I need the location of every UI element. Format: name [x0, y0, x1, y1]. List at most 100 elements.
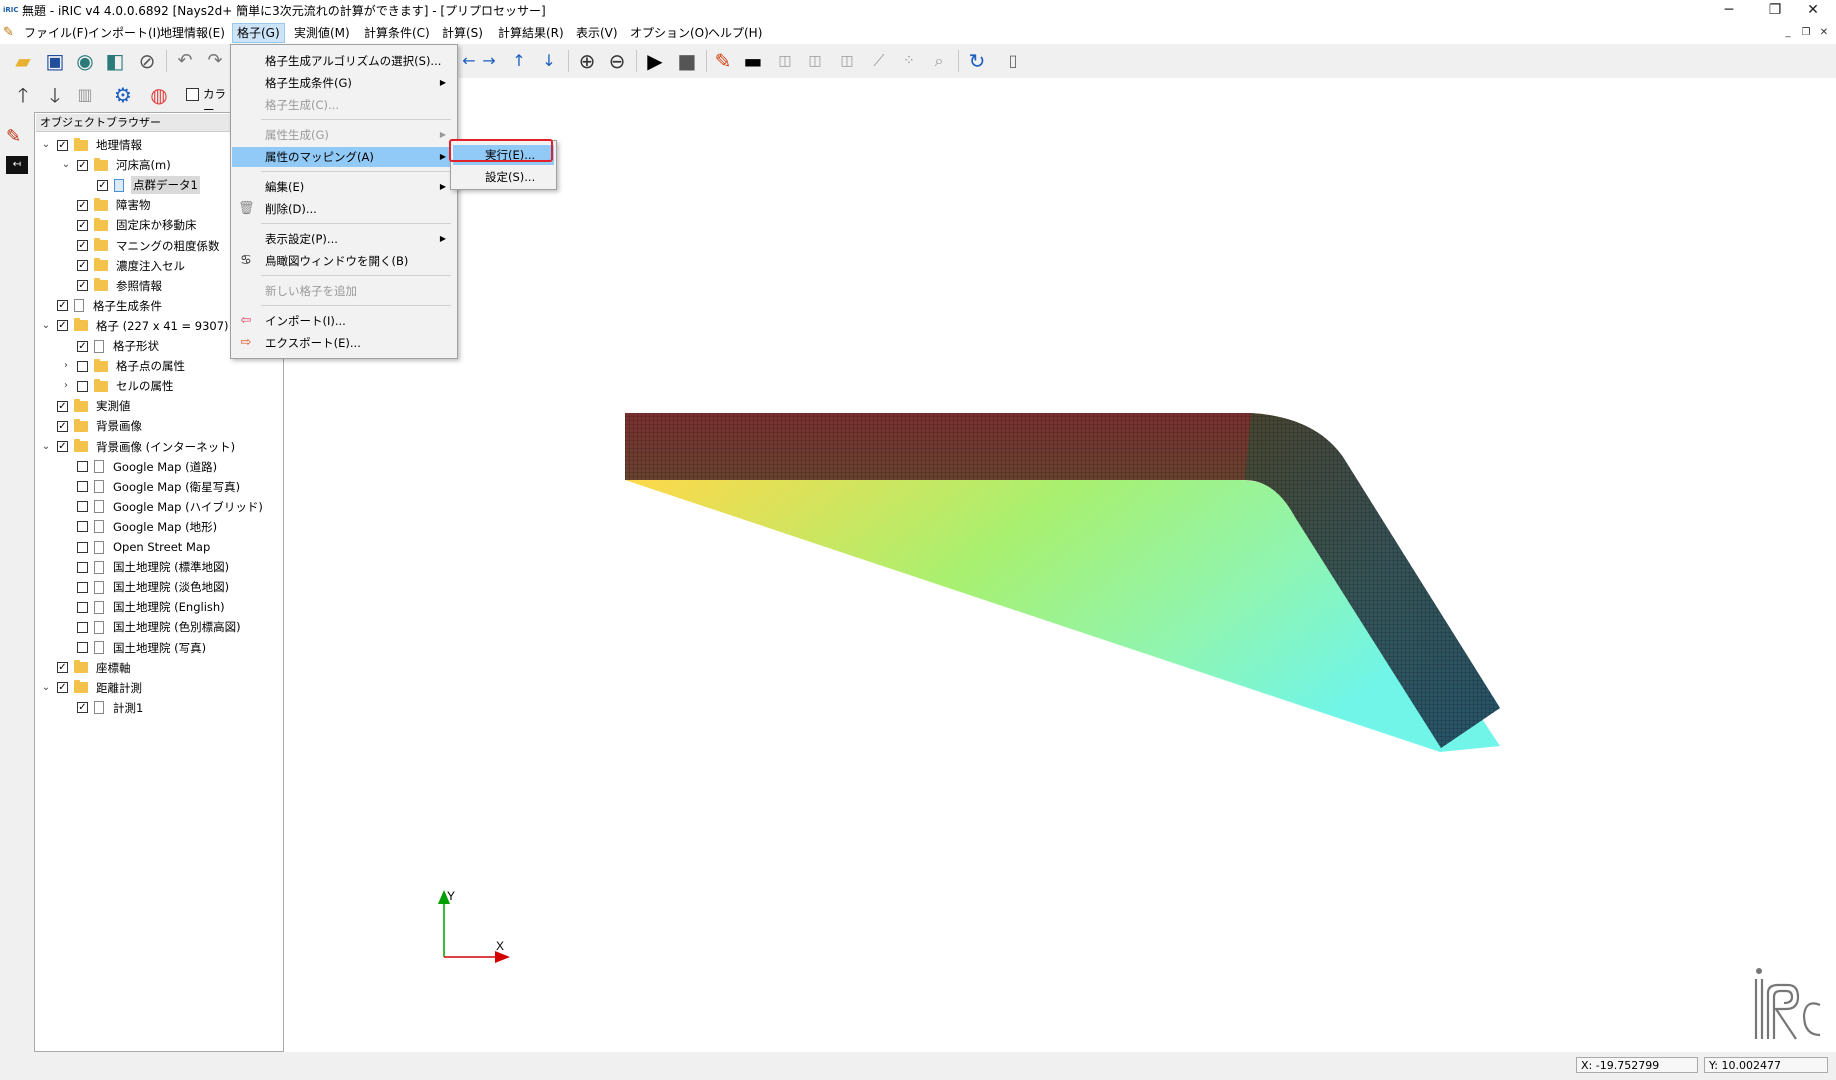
- arrow-right-icon[interactable]: →: [476, 48, 502, 74]
- menu-view[interactable]: 表示(V): [572, 24, 622, 42]
- tree-item[interactable]: ⌄ ✓ 背景画像 (インターネット): [40, 438, 237, 456]
- zoom-area-icon[interactable]: ⌕: [926, 48, 952, 74]
- tree-checkbox[interactable]: [77, 601, 88, 613]
- tree-checkbox[interactable]: ✓: [57, 441, 68, 452]
- tree-item[interactable]: ✓ 固定床か移動床: [60, 216, 199, 234]
- open-folder-icon[interactable]: ▰: [10, 48, 36, 74]
- delete-icon[interactable]: ▥: [72, 82, 98, 108]
- tree-checkbox[interactable]: ✓: [57, 320, 68, 332]
- grid-menu-item[interactable]: 属性のマッピング(A) ▶: [232, 147, 456, 167]
- mdi-restore-button[interactable]: ❐: [1798, 26, 1814, 40]
- tree-item[interactable]: 国土地理院 (色別標高図): [60, 618, 243, 636]
- move-up-icon[interactable]: 🡑: [10, 82, 36, 108]
- tree-checkbox[interactable]: ✓: [77, 260, 88, 272]
- no-entry-icon[interactable]: ⊘: [134, 48, 160, 74]
- terminal-icon[interactable]: ▬: [740, 48, 766, 74]
- refresh-icon[interactable]: ↻: [964, 48, 990, 74]
- mapping-settings-item[interactable]: 設定(S)...: [453, 167, 554, 187]
- tree-expander-icon[interactable]: ⌄: [40, 136, 52, 154]
- console-icon[interactable]: ↤: [6, 156, 28, 174]
- grid-menu-item[interactable]: ♋ 鳥瞰図ウィンドウを開く(B): [232, 251, 456, 271]
- tree-checkbox[interactable]: ✓: [77, 280, 88, 292]
- tree-item[interactable]: ✓ 参照情報: [60, 277, 164, 295]
- tree-checkbox[interactable]: [77, 621, 88, 633]
- undo-icon[interactable]: ↶: [172, 48, 198, 74]
- tree-item[interactable]: ✓ 計測1: [60, 699, 145, 717]
- tree-item[interactable]: 国土地理院 (English): [60, 598, 227, 616]
- save-image-icon[interactable]: ◧: [102, 48, 128, 74]
- tree-checkbox[interactable]: ✓: [77, 159, 88, 171]
- tree-checkbox[interactable]: ✓: [57, 662, 68, 674]
- color-icon[interactable]: ◍: [146, 82, 172, 108]
- menu-import[interactable]: インポート(I): [84, 24, 165, 42]
- tree-expander-icon[interactable]: ›: [60, 377, 72, 395]
- grid-menu-item[interactable]: 🗑 削除(D)...: [232, 199, 456, 219]
- tree-item[interactable]: Google Map (衛星写真): [60, 478, 242, 496]
- tree-item[interactable]: ✓ マニングの粗度係数: [60, 237, 222, 255]
- tree-item[interactable]: ✓ 座標軸: [40, 659, 133, 677]
- tree-item[interactable]: ⌄ ✓ 地理情報: [40, 136, 144, 154]
- menu-options[interactable]: オプション(O): [626, 24, 713, 42]
- tree-checkbox[interactable]: ✓: [57, 300, 68, 312]
- tree-expander-icon[interactable]: ⌄: [40, 438, 52, 456]
- tree-checkbox[interactable]: [77, 642, 88, 653]
- tree-item[interactable]: Google Map (道路): [60, 458, 219, 476]
- tree-item[interactable]: 国土地理院 (写真): [60, 639, 208, 657]
- tree-checkbox[interactable]: ✓: [77, 702, 88, 714]
- tree-item[interactable]: ✓ 濃度注入セル: [60, 257, 187, 275]
- mouse-icon[interactable]: ▯: [1000, 48, 1026, 74]
- tree-item[interactable]: › 格子点の属性: [60, 357, 187, 375]
- tree-checkbox[interactable]: ✓: [57, 682, 68, 694]
- tree-item[interactable]: ✓ 背景画像: [40, 417, 144, 435]
- tree-item[interactable]: ✓ 格子形状: [60, 337, 161, 355]
- tree-item[interactable]: ⌄ ✓ 距離計測: [40, 679, 144, 697]
- menu-calc-condition[interactable]: 計算条件(C): [360, 24, 434, 42]
- save-icon[interactable]: ▣: [42, 48, 68, 74]
- grid-menu-item[interactable]: 格子生成条件(G) ▶: [232, 73, 456, 93]
- menu-measured[interactable]: 実測値(M): [290, 24, 354, 42]
- tree-checkbox[interactable]: ✓: [77, 199, 88, 211]
- menu-help[interactable]: ヘルプ(H): [704, 24, 766, 42]
- tree-item[interactable]: Google Map (地形): [60, 518, 219, 536]
- tree-checkbox[interactable]: ✓: [57, 400, 68, 412]
- graphics-canvas[interactable]: Y X: [285, 112, 1836, 1052]
- grid-menu-item[interactable]: 表示設定(P)... ▶: [232, 229, 456, 249]
- tree-item[interactable]: Open Street Map: [60, 538, 212, 556]
- snapshot-icon[interactable]: ◉: [72, 48, 98, 74]
- tree-expander-icon[interactable]: ›: [60, 357, 72, 375]
- tree-item[interactable]: Google Map (ハイブリッド): [60, 498, 265, 516]
- tree-item[interactable]: ✓ 格子生成条件: [40, 297, 164, 315]
- tree-item[interactable]: 国土地理院 (標準地図): [60, 558, 231, 576]
- scatter-graph-icon[interactable]: ⁘: [896, 48, 922, 74]
- grid-menu-item[interactable]: ⇦ インポート(I)...: [232, 311, 456, 331]
- menu-calculation[interactable]: 計算(S): [438, 24, 487, 42]
- graph-icon[interactable]: ⟋: [866, 48, 892, 74]
- tree-item[interactable]: ✓ 障害物: [60, 196, 153, 214]
- tree-checkbox[interactable]: ✓: [77, 240, 88, 251]
- tree-checkbox[interactable]: [77, 541, 88, 553]
- tree-item[interactable]: ⌄ ✓ 河床高(m): [60, 156, 173, 174]
- move-down-icon[interactable]: 🡓: [42, 82, 68, 108]
- tree-checkbox[interactable]: [77, 380, 88, 392]
- arrow-up-icon[interactable]: ↑: [506, 48, 532, 74]
- close-button[interactable]: ✕: [1790, 0, 1836, 22]
- edit-pencil-icon[interactable]: ✎: [6, 126, 21, 147]
- 3d-view-icon[interactable]: ◫: [834, 48, 860, 74]
- minimize-button[interactable]: ─: [1706, 0, 1752, 22]
- menu-results[interactable]: 計算結果(R): [494, 24, 568, 42]
- mdi-minimize-button[interactable]: _: [1780, 26, 1796, 40]
- grid-menu-item[interactable]: ⇨ エクスポート(E)...: [232, 333, 456, 353]
- redo-icon[interactable]: ↷: [202, 48, 228, 74]
- zoom-out-icon[interactable]: ⊖: [604, 48, 630, 74]
- settings-icon[interactable]: ⚙: [110, 82, 136, 108]
- stop-icon[interactable]: ■: [674, 48, 700, 74]
- run-icon[interactable]: ▶: [642, 48, 668, 74]
- tree-checkbox[interactable]: ✓: [77, 340, 88, 352]
- menu-geodata[interactable]: 地理情報(E): [156, 24, 229, 42]
- tree-item[interactable]: › セルの属性: [60, 377, 176, 395]
- tree-checkbox[interactable]: [77, 561, 88, 573]
- tree-checkbox[interactable]: ✓: [57, 420, 68, 432]
- tree-expander-icon[interactable]: ⌄: [40, 679, 52, 697]
- mdi-close-button[interactable]: ✕: [1816, 26, 1832, 40]
- tree-item[interactable]: 国土地理院 (淡色地図): [60, 578, 231, 596]
